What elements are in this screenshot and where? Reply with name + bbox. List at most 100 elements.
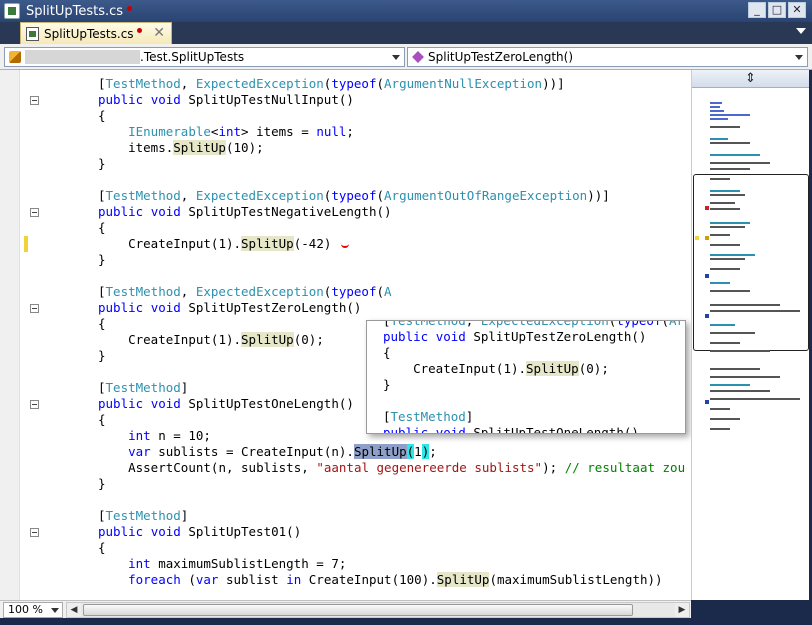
code-text: } [98, 348, 106, 363]
code-text: public void SplitUpTestZeroLength() [98, 300, 362, 315]
error-squiggle [341, 242, 350, 248]
peek-line: [TestMethod] [383, 409, 474, 424]
overview-code-line [710, 398, 800, 400]
redacted-namespace [25, 50, 140, 64]
overview-marker [705, 400, 709, 404]
collapse-icon[interactable] [30, 528, 39, 537]
class-selector[interactable]: .Test.SplitUpTests [4, 47, 405, 67]
cs-file-icon [26, 26, 39, 41]
overview-code-line [710, 418, 740, 420]
code-line[interactable]: } [0, 476, 691, 492]
overview-code-line [710, 226, 745, 228]
code-text: [TestMethod, ExpectedException(typeof(Ar… [98, 76, 565, 91]
tab-list-dropdown-icon[interactable] [796, 28, 806, 34]
overview-code-line [710, 126, 740, 128]
code-line[interactable]: [TestMethod, ExpectedException(typeof(Ar… [0, 76, 691, 92]
overview-code-line [710, 310, 800, 312]
member-selector-value: SplitUpTestZeroLength() [428, 50, 574, 64]
collapse-icon[interactable] [30, 400, 39, 409]
code-line[interactable]: var sublists = CreateInput(n).SplitUp(1)… [0, 444, 691, 460]
overview-code-line [710, 194, 745, 196]
code-line[interactable]: [TestMethod] [0, 508, 691, 524]
overview-scrollbar[interactable]: ⇕ [691, 70, 809, 600]
code-line[interactable]: { [0, 540, 691, 556]
change-marker [24, 236, 28, 252]
code-text: { [98, 316, 106, 331]
overview-code-line [710, 118, 728, 120]
overview-code-line [710, 384, 750, 386]
minimize-button[interactable]: _ [748, 2, 766, 18]
code-text: } [98, 156, 106, 171]
code-line[interactable]: public void SplitUpTestNegativeLength() [0, 204, 691, 220]
overview-code-line [710, 106, 720, 108]
overview-code-line [710, 110, 724, 112]
overview-marker [705, 206, 709, 210]
horizontal-scrollbar[interactable]: ◀ ▶ [66, 602, 690, 618]
overview-marker [695, 236, 699, 240]
overview-code-line [710, 390, 770, 392]
overview-marker [705, 236, 709, 240]
chevron-down-icon [392, 55, 400, 60]
overview-marker [705, 274, 709, 278]
code-text: [TestMethod, ExpectedException(typeof(A [98, 284, 392, 299]
code-line[interactable]: public void SplitUpTest01() [0, 524, 691, 540]
window-border [0, 618, 812, 625]
close-tab-icon[interactable]: ✕ [153, 25, 165, 41]
collapse-icon[interactable] [30, 96, 39, 105]
code-line[interactable]: foreach (var sublist in CreateInput(100)… [0, 572, 691, 588]
overview-code-line [710, 282, 730, 284]
code-text: [TestMethod] [98, 508, 189, 523]
overview-code-line [710, 234, 730, 236]
method-icon [412, 51, 424, 63]
overview-code-line [710, 342, 740, 344]
tab-splituptests[interactable]: SplitUpTests.cs ✕ [20, 22, 172, 44]
code-text: public void SplitUpTestNegativeLength() [98, 204, 392, 219]
overview-code-line [710, 332, 755, 334]
scroll-thumb[interactable] [83, 604, 633, 616]
code-text: [TestMethod, ExpectedException(typeof(Ar… [98, 188, 610, 203]
unsaved-indicator [127, 5, 133, 11]
tab-label: SplitUpTests.cs [44, 26, 134, 41]
scroll-left-icon[interactable]: ◀ [67, 603, 81, 617]
code-text: IEnumerable<int> items = null; [128, 124, 354, 139]
close-window-button[interactable]: ✕ [788, 2, 806, 18]
code-line[interactable]: { [0, 220, 691, 236]
code-line[interactable]: { [0, 108, 691, 124]
code-text: public void SplitUpTestNullInput() [98, 92, 354, 107]
cs-file-icon [4, 3, 20, 19]
code-text: } [98, 476, 106, 491]
code-line[interactable]: public void SplitUpTestNullInput() [0, 92, 691, 108]
code-line[interactable]: AssertCount(n, sublists, "aantal gegener… [0, 460, 691, 476]
code-line[interactable]: public void SplitUpTestZeroLength() [0, 300, 691, 316]
peek-line: { [383, 345, 391, 360]
code-line[interactable] [0, 268, 691, 284]
code-text: items.SplitUp(10); [128, 140, 264, 155]
code-line[interactable]: } [0, 252, 691, 268]
overview-code-line [710, 254, 755, 256]
code-line[interactable]: } [0, 156, 691, 172]
code-line[interactable]: IEnumerable<int> items = null; [0, 124, 691, 140]
zoom-selector[interactable]: 100 % [3, 602, 63, 618]
code-line[interactable]: int maximumSublistLength = 7; [0, 556, 691, 572]
code-line[interactable]: CreateInput(1).SplitUp(-42) [0, 236, 691, 252]
overview-code-line [710, 304, 780, 306]
collapse-icon[interactable] [30, 208, 39, 217]
code-line[interactable]: [TestMethod, ExpectedException(typeof(A [0, 284, 691, 300]
member-selector[interactable]: SplitUpTestZeroLength() [407, 47, 808, 67]
code-line[interactable]: items.SplitUp(10); [0, 140, 691, 156]
split-handle-icon[interactable]: ⇕ [692, 70, 809, 88]
overview-code-line [710, 162, 770, 164]
maximize-button[interactable]: □ [768, 2, 786, 18]
code-editor[interactable]: [TestMethod, ExpectedException(typeof(Ar… [0, 70, 691, 600]
code-line[interactable]: [TestMethod, ExpectedException(typeof(Ar… [0, 188, 691, 204]
peek-popup: [TestMethod, ExpectedException(typeof(Ar… [366, 320, 686, 434]
scroll-right-icon[interactable]: ▶ [675, 603, 689, 617]
collapse-icon[interactable] [30, 304, 39, 313]
code-text: { [98, 220, 106, 235]
code-text: { [98, 108, 106, 123]
code-line[interactable] [0, 492, 691, 508]
code-line[interactable] [0, 172, 691, 188]
overview-code-line [710, 268, 740, 270]
chevron-down-icon [51, 608, 59, 613]
overview-code-line [710, 190, 740, 192]
